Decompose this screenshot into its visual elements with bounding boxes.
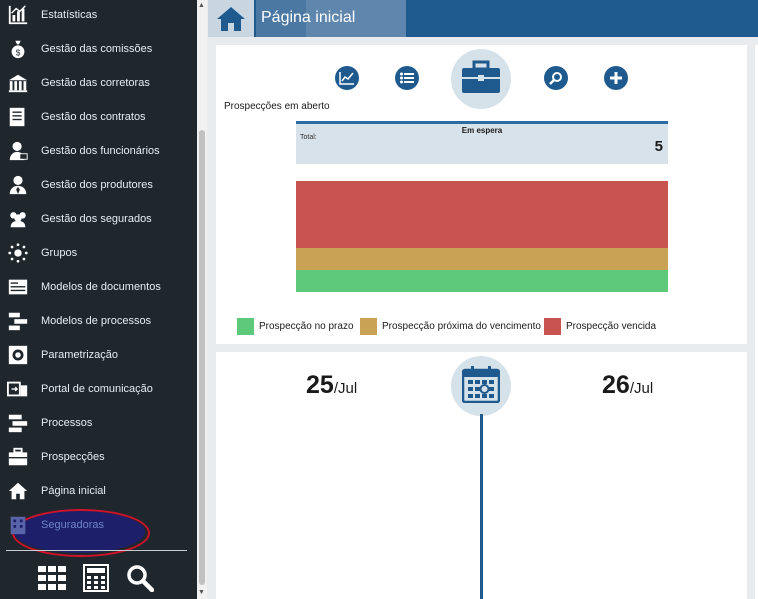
- users-group-icon: [6, 207, 30, 231]
- bar-on-time[interactable]: [296, 270, 668, 292]
- sidebar-item-processos[interactable]: Processos: [0, 406, 197, 440]
- document-template-icon: [6, 275, 30, 299]
- sidebar-item-label: Gestão dos produtores: [41, 179, 153, 191]
- sidebar-bottom-tools: [0, 563, 197, 593]
- calendar-icon: [461, 365, 501, 408]
- employee-icon: [6, 139, 30, 163]
- legend-item-near-due: Prospecção próxima do vencimento: [360, 318, 541, 335]
- sidebar-item-label: Gestão das comissões: [41, 43, 153, 55]
- legend-label: Prospecção vencida: [566, 321, 657, 332]
- calculator-icon[interactable]: [81, 563, 111, 593]
- producer-icon: [6, 173, 30, 197]
- sidebar-item-label: Gestão das corretoras: [41, 77, 150, 89]
- sidebar-item-segurados[interactable]: Gestão dos segurados: [0, 202, 197, 236]
- calendar-circle[interactable]: [451, 356, 511, 416]
- sidebar-item-label: Prospecções: [41, 451, 105, 463]
- sidebar-item-portal[interactable]: Portal de comunicação: [0, 372, 197, 406]
- bar-overdue[interactable]: [296, 181, 668, 248]
- legend-swatch: [237, 318, 254, 335]
- section-title: Prospecções em aberto: [224, 101, 330, 112]
- sidebar-scrollbar[interactable]: [197, 0, 207, 599]
- scrollbar-thumb[interactable]: [199, 130, 205, 585]
- page-title: Página inicial: [261, 9, 356, 26]
- home-icon[interactable]: [208, 0, 254, 37]
- sidebar-item-label: Seguradoras: [41, 519, 104, 531]
- bar-near-due[interactable]: [296, 248, 668, 270]
- briefcase-icon: [461, 60, 501, 99]
- status-name: Em espera: [461, 126, 503, 135]
- contract-document-icon: [6, 105, 30, 129]
- sidebar-item-label: Gestão dos segurados: [41, 213, 152, 225]
- list-icon[interactable]: [395, 66, 419, 90]
- sidebar-item-modelos-documentos[interactable]: Modelos de documentos: [0, 270, 197, 304]
- search-icon[interactable]: [125, 563, 155, 593]
- sidebar-item-label: Modelos de documentos: [41, 281, 161, 293]
- sidebar-item-label: Grupos: [41, 247, 78, 259]
- chart-icon[interactable]: [335, 66, 359, 90]
- sidebar-item-prospeccoes[interactable]: Prospecções: [0, 440, 197, 474]
- total-label: Total:: [300, 134, 317, 141]
- sidebar-item-funcionarios[interactable]: Gestão dos funcionários: [0, 134, 197, 168]
- network-groups-icon: [6, 241, 30, 265]
- sidebar-item-corretoras[interactable]: Gestão das corretoras: [0, 66, 197, 100]
- sidebar-item-label: Estatísticas: [41, 9, 98, 21]
- sidebar-item-label: Página inicial: [41, 485, 106, 497]
- legend-label: Prospecção no prazo: [259, 321, 354, 332]
- sidebar-item-modelos-processos[interactable]: Modelos de processos: [0, 304, 197, 338]
- date-day: 26: [602, 371, 630, 399]
- home-icon: [6, 479, 30, 503]
- sidebar-item-label: Parametrização: [41, 349, 119, 361]
- sidebar-item-label: Portal de comunicação: [41, 383, 153, 395]
- money-bag-icon: $: [6, 37, 30, 61]
- svg-text:$: $: [16, 48, 21, 57]
- date-month: /Jul: [333, 380, 358, 397]
- sidebar-item-contratos[interactable]: Gestão dos contratos: [0, 100, 197, 134]
- sidebar: Estatísticas $ Gestão das comissões Gest…: [0, 0, 197, 599]
- sidebar-item-produtores[interactable]: Gestão dos produtores: [0, 168, 197, 202]
- legend-swatch: [360, 318, 377, 335]
- total-value: 5: [654, 138, 663, 155]
- top-bar: Página inicial: [208, 0, 758, 37]
- legend-label: Prospecção próxima do vencimento: [382, 321, 541, 332]
- sidebar-item-label: Modelos de processos: [41, 315, 152, 327]
- legend-item-overdue: Prospecção vencida: [544, 318, 656, 335]
- insurer-building-icon: [6, 513, 30, 537]
- legend-item-on-time: Prospecção no prazo: [237, 318, 354, 335]
- scroll-down-arrow-icon[interactable]: ▼: [198, 589, 205, 596]
- prospections-circle[interactable]: [451, 49, 511, 109]
- processes-icon: [6, 411, 30, 435]
- sidebar-divider: [6, 550, 187, 551]
- calendar-date-right[interactable]: 26/Jul: [602, 371, 653, 400]
- apps-grid-icon[interactable]: [37, 563, 67, 593]
- sidebar-item-pagina-inicial[interactable]: Página inicial: [0, 474, 197, 508]
- process-template-icon: [6, 309, 30, 333]
- sidebar-item-parametrizacao[interactable]: Parametrização: [0, 338, 197, 372]
- search-icon[interactable]: [544, 66, 568, 90]
- communication-portal-icon: [6, 377, 30, 401]
- timeline-line: [480, 414, 483, 599]
- sidebar-item-estatisticas[interactable]: Estatísticas: [0, 0, 197, 32]
- calendar-date-left[interactable]: 25/Jul: [306, 371, 357, 400]
- scroll-up-arrow-icon[interactable]: ▲: [198, 2, 205, 9]
- bar-chart-icon: [6, 3, 30, 27]
- sidebar-item-label: Gestão dos funcionários: [41, 145, 160, 157]
- legend-swatch: [544, 318, 561, 335]
- date-month: /Jul: [629, 380, 654, 397]
- sidebar-item-comissoes[interactable]: $ Gestão das comissões: [0, 32, 197, 66]
- sidebar-item-seguradoras[interactable]: Seguradoras: [0, 508, 197, 542]
- building-columns-icon: [6, 71, 30, 95]
- sidebar-item-label: Gestão dos contratos: [41, 111, 146, 123]
- status-panel[interactable]: Em espera Total: 5: [296, 121, 668, 164]
- settings-gear-icon: [6, 343, 30, 367]
- briefcase-icon: [6, 445, 30, 469]
- add-icon[interactable]: [604, 66, 628, 90]
- date-day: 25: [306, 371, 334, 399]
- sidebar-item-grupos[interactable]: Grupos: [0, 236, 197, 270]
- sidebar-item-label: Processos: [41, 417, 93, 429]
